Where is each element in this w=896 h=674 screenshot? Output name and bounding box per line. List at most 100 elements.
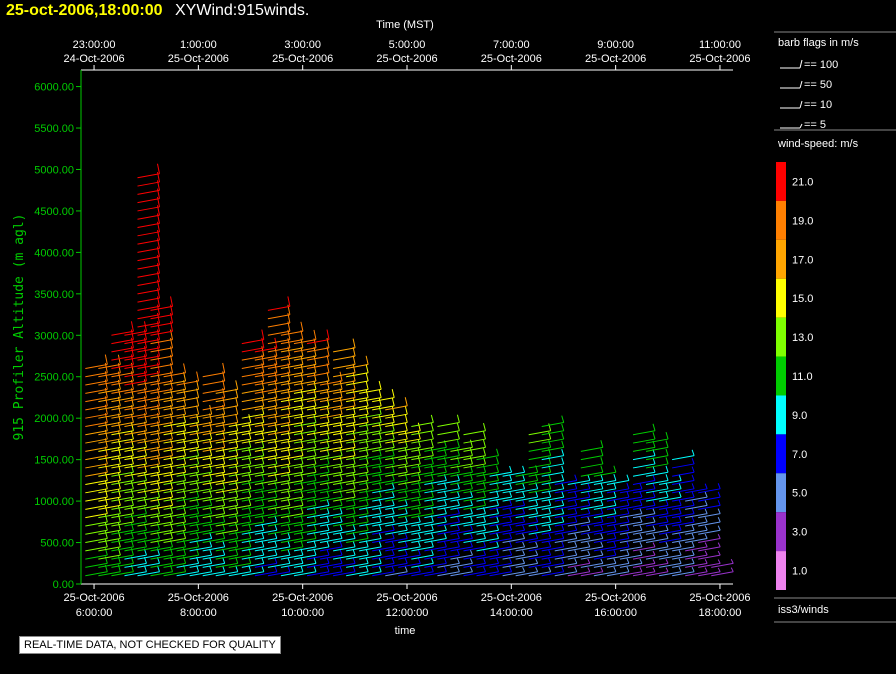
barb-flag xyxy=(548,558,552,564)
barb-flag xyxy=(587,508,591,514)
barb-flag xyxy=(561,532,565,539)
barb-flag xyxy=(365,431,369,440)
barb-flag xyxy=(522,482,526,489)
barb-flag xyxy=(339,540,343,548)
barb-flag xyxy=(626,474,630,481)
barb-flag xyxy=(352,422,356,431)
barb-flag xyxy=(561,541,565,548)
barb-flag xyxy=(209,472,213,481)
barb-flag xyxy=(430,414,434,423)
barb-flag xyxy=(130,455,134,465)
barb-flag xyxy=(626,533,630,539)
barb-flag xyxy=(626,482,630,489)
color-legend-label: 17.0 xyxy=(792,254,813,266)
barb-flag xyxy=(196,464,200,473)
y-tick-label: 1500.00 xyxy=(34,455,74,467)
barb-flag xyxy=(287,421,291,431)
barb-shaft xyxy=(672,455,695,461)
barb-flag xyxy=(196,371,200,382)
barb-flag xyxy=(417,557,421,564)
barb-flag xyxy=(626,541,630,548)
barb-flag xyxy=(183,489,187,498)
barb-flag xyxy=(535,533,539,539)
barb-flag xyxy=(496,532,500,539)
bottom-tick-date: 25-Oct-2006 xyxy=(689,592,750,604)
barb-flag xyxy=(417,540,421,547)
barb-flag xyxy=(117,455,121,465)
barb-flag xyxy=(417,422,421,431)
barb-flag xyxy=(652,525,656,531)
barb-flag xyxy=(678,550,682,556)
barb-flag xyxy=(665,440,669,448)
barb-flag xyxy=(456,533,460,539)
barb-flag xyxy=(600,558,604,564)
barb-flag xyxy=(613,532,617,539)
barb-flag xyxy=(183,422,187,431)
barb-flag xyxy=(365,447,369,456)
barb-flag xyxy=(157,480,160,489)
barb-flag xyxy=(509,516,513,523)
barb-flag xyxy=(352,338,356,348)
barb-flag xyxy=(104,514,108,523)
barb-flag xyxy=(391,422,395,431)
barb-flag xyxy=(652,550,656,556)
barb-flag xyxy=(730,567,734,572)
barb-flag xyxy=(600,550,604,556)
barb-flag xyxy=(183,472,187,481)
barb-flag xyxy=(117,480,121,489)
barb-flag xyxy=(261,447,265,456)
barb-flag xyxy=(300,455,304,465)
barb-flag xyxy=(117,463,121,473)
barb-flag xyxy=(104,488,108,498)
barb-flag xyxy=(209,404,213,415)
barb-flag xyxy=(143,447,147,456)
barb-flag xyxy=(326,422,330,431)
color-legend-label: 3.0 xyxy=(792,527,807,539)
barb-flag xyxy=(443,557,447,564)
barb-legend-label: == 5 xyxy=(804,119,826,131)
barb-flag xyxy=(170,488,174,498)
barb-flag xyxy=(391,566,395,572)
barb-flag xyxy=(248,414,252,423)
barb-flag xyxy=(678,482,682,489)
barb-flag xyxy=(587,533,591,539)
barb-flag xyxy=(157,455,160,465)
bottom-tick-time: 18:00:00 xyxy=(699,607,742,619)
barb-flag xyxy=(222,472,226,481)
barb-flag xyxy=(717,491,721,498)
barb-flag xyxy=(430,423,434,431)
barb-flag xyxy=(170,505,174,514)
barb-shaft xyxy=(411,421,434,427)
barb-flag xyxy=(404,397,408,407)
barb-flag xyxy=(574,516,578,523)
barb-flag xyxy=(143,481,147,489)
y-tick-label: 3000.00 xyxy=(34,330,74,342)
bottom-tick-date: 25-Oct-2006 xyxy=(168,592,229,604)
y-tick-label: 5500.00 xyxy=(34,123,74,135)
barb-flag xyxy=(417,549,421,556)
barb-flag xyxy=(130,489,134,498)
barb-flag xyxy=(326,557,330,564)
barb-flag xyxy=(365,565,369,572)
color-swatch xyxy=(776,162,786,201)
barb-legend-flag xyxy=(799,100,803,109)
barb-flag xyxy=(613,465,617,473)
barb-flag xyxy=(600,499,604,506)
barb-flag xyxy=(248,447,252,456)
barb-flag xyxy=(274,430,278,440)
bottom-tick-time: 6:00:00 xyxy=(76,607,113,619)
barb-flag xyxy=(587,550,591,556)
barb-shaft xyxy=(267,314,290,320)
barb-flag xyxy=(704,550,708,556)
barb-flag xyxy=(587,542,591,548)
barb-flag xyxy=(143,430,147,440)
barb-flag xyxy=(130,447,134,456)
barb-flag xyxy=(522,499,526,506)
barb-flag xyxy=(430,439,434,448)
barb-flag xyxy=(665,431,669,440)
barb-flag xyxy=(665,457,669,465)
barb-flag xyxy=(352,388,356,398)
barb-flag xyxy=(626,491,630,498)
barb-flag xyxy=(235,380,239,390)
barb-flag xyxy=(287,413,291,423)
